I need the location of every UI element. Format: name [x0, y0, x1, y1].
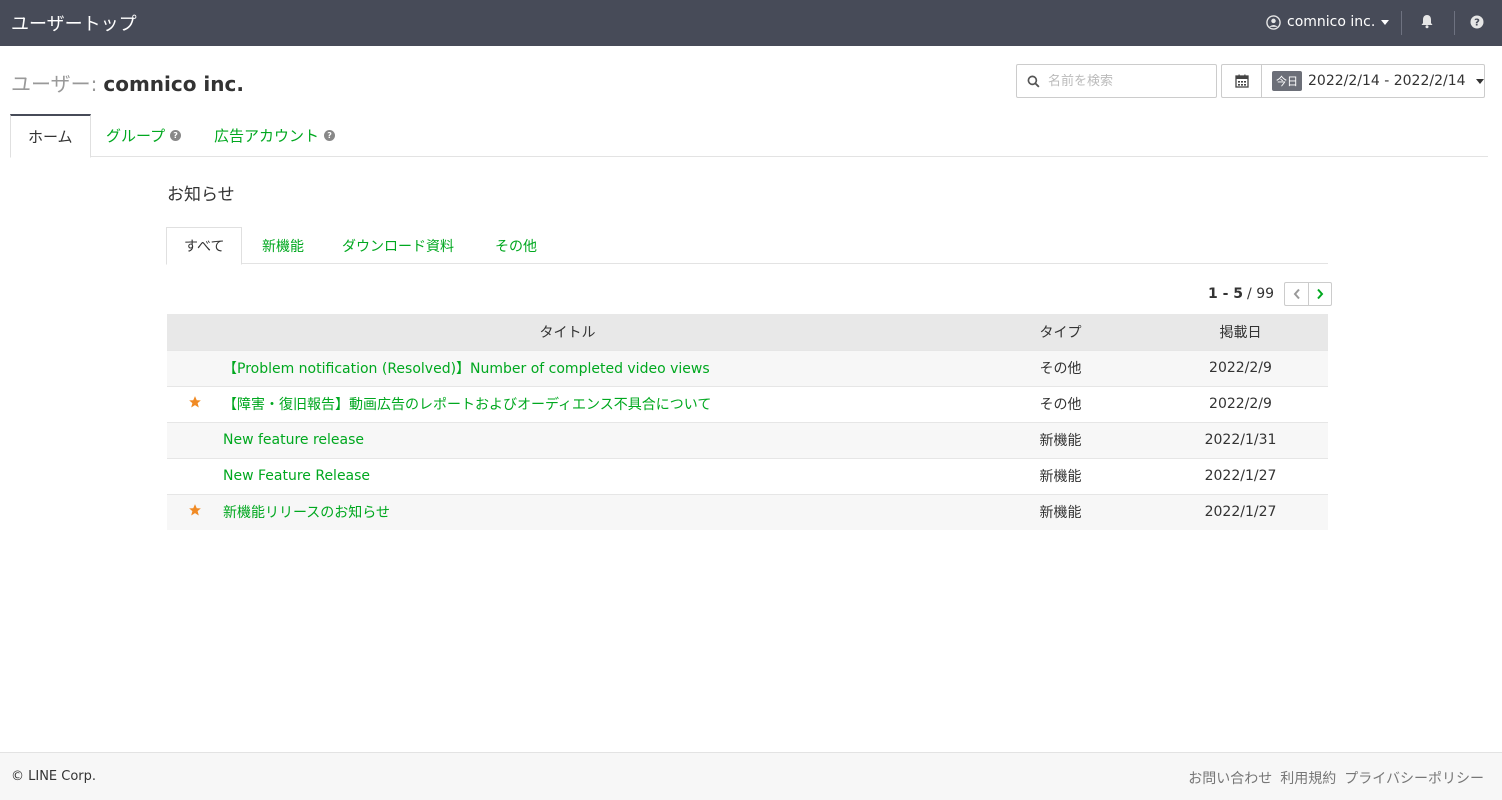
star-cell: [167, 493, 223, 530]
news-table: タイトル タイプ 掲載日 【Problem notification (Reso…: [167, 314, 1328, 530]
news-type: その他: [968, 349, 1153, 386]
main-tabs: ホーム グループ ? 広告アカウント ?: [10, 114, 1488, 158]
tab-label: ホーム: [28, 128, 73, 146]
table-row: 新機能リリースのお知らせ 新機能 2022/1/27: [167, 493, 1328, 530]
question-circle-icon[interactable]: ?: [170, 130, 182, 141]
footer-links: お問い合わせ 利用規約 プライバシーポリシー: [1188, 768, 1484, 788]
news-title-link[interactable]: 【Problem notification (Resolved)】Number …: [223, 349, 968, 386]
tab-ad-accounts[interactable]: 広告アカウント ?: [214, 114, 336, 157]
star-icon: [189, 504, 201, 516]
calendar-icon: [1234, 74, 1249, 88]
tab-other[interactable]: その他: [495, 227, 537, 264]
star-cell: [167, 421, 223, 458]
question-circle-icon: ?: [1470, 15, 1484, 29]
news-title-link[interactable]: 【障害・復旧報告】動画広告のレポートおよびオーディエンス不具合について: [223, 385, 968, 422]
tab-label: ダウンロード資料: [342, 238, 454, 255]
tab-new-features[interactable]: 新機能: [262, 227, 304, 264]
help-button[interactable]: ?: [1470, 14, 1484, 33]
column-header-title: タイトル: [167, 314, 968, 350]
tab-home[interactable]: ホーム: [10, 114, 91, 158]
news-date: 2022/2/9: [1153, 349, 1328, 386]
date-range-picker[interactable]: 今日 2022/2/14 - 2022/2/14: [1221, 64, 1485, 98]
star-cell: [167, 349, 223, 386]
footer: © LINE Corp. お問い合わせ 利用規約 プライバシーポリシー: [0, 752, 1502, 800]
calendar-button[interactable]: [1222, 65, 1262, 97]
table-row: New Feature Release 新機能 2022/1/27: [167, 457, 1328, 494]
svg-text:?: ?: [1474, 18, 1480, 29]
top-bar: ユーザートップ comnico inc. ?: [0, 0, 1502, 46]
page-title-name: comnico inc.: [103, 72, 244, 96]
table-row: New feature release 新機能 2022/1/31: [167, 421, 1328, 458]
footer-link-privacy[interactable]: プライバシーポリシー: [1344, 768, 1484, 788]
today-badge: 今日: [1272, 71, 1302, 91]
search-input[interactable]: [1048, 73, 1198, 89]
table-row: 【Problem notification (Resolved)】Number …: [167, 349, 1328, 386]
user-menu[interactable]: comnico inc.: [1266, 14, 1390, 30]
copyright: © LINE Corp.: [11, 769, 97, 784]
column-header-date: 掲載日: [1153, 314, 1328, 350]
star-cell: [167, 457, 223, 494]
pagination-range: 1 - 5: [1208, 286, 1244, 302]
bell-icon: [1421, 15, 1433, 29]
tab-all[interactable]: すべて: [166, 227, 243, 265]
tab-label: すべて: [184, 239, 225, 255]
news-type: 新機能: [968, 493, 1153, 530]
page-title-prefix: ユーザー:: [11, 72, 98, 96]
footer-link-contact[interactable]: お問い合わせ: [1188, 768, 1272, 788]
divider: [1454, 11, 1455, 35]
news-date: 2022/1/27: [1153, 493, 1328, 530]
news-date: 2022/1/27: [1153, 457, 1328, 494]
tab-groups[interactable]: グループ ?: [106, 114, 182, 157]
user-name: comnico inc.: [1287, 14, 1376, 30]
news-date: 2022/1/31: [1153, 421, 1328, 458]
news-title-link[interactable]: 新機能リリースのお知らせ: [223, 493, 968, 530]
chevron-right-icon: [1317, 288, 1324, 300]
tab-label: グループ: [106, 127, 166, 145]
news-title-link[interactable]: New Feature Release: [223, 457, 968, 494]
tab-label: その他: [495, 238, 537, 255]
pagination-buttons: [1284, 282, 1333, 306]
news-type: 新機能: [968, 457, 1153, 494]
news-title-link[interactable]: New feature release: [223, 421, 968, 458]
column-header-type: タイプ: [968, 314, 1153, 350]
news-type: その他: [968, 385, 1153, 422]
pagination-total: / 99: [1247, 286, 1275, 302]
news-filter-tabs: すべて 新機能 ダウンロード資料 その他: [166, 227, 1328, 265]
news-type: 新機能: [968, 421, 1153, 458]
app-title: ユーザートップ: [11, 14, 137, 35]
pagination: 1 - 5 / 99: [1208, 282, 1333, 306]
next-page-button[interactable]: [1308, 283, 1331, 305]
notification-button[interactable]: [1420, 14, 1434, 33]
chevron-left-icon: [1293, 288, 1300, 300]
footer-link-terms[interactable]: 利用規約: [1280, 768, 1336, 788]
question-circle-icon[interactable]: ?: [324, 130, 336, 141]
news-date: 2022/2/9: [1153, 385, 1328, 422]
prev-page-button[interactable]: [1285, 283, 1308, 305]
tab-label: 広告アカウント: [214, 127, 320, 145]
caret-down-icon: [1475, 78, 1484, 84]
table-header-row: タイトル タイプ 掲載日: [167, 314, 1328, 350]
page-title: ユーザー: comnico inc.: [11, 68, 244, 97]
date-range-value: 2022/2/14 - 2022/2/14: [1308, 73, 1466, 89]
tab-label: 新機能: [262, 238, 304, 255]
table-row: 【障害・復旧報告】動画広告のレポートおよびオーディエンス不具合について その他 …: [167, 385, 1328, 422]
news-section-title: お知らせ: [167, 185, 235, 205]
search-box: [1016, 64, 1217, 98]
caret-down-icon: [1381, 19, 1390, 25]
user-circle-icon: [1266, 14, 1281, 30]
tab-downloads[interactable]: ダウンロード資料: [342, 227, 454, 264]
star-cell: [167, 385, 223, 422]
search-icon: [1027, 75, 1040, 88]
star-icon: [189, 396, 201, 408]
divider: [1401, 11, 1402, 35]
